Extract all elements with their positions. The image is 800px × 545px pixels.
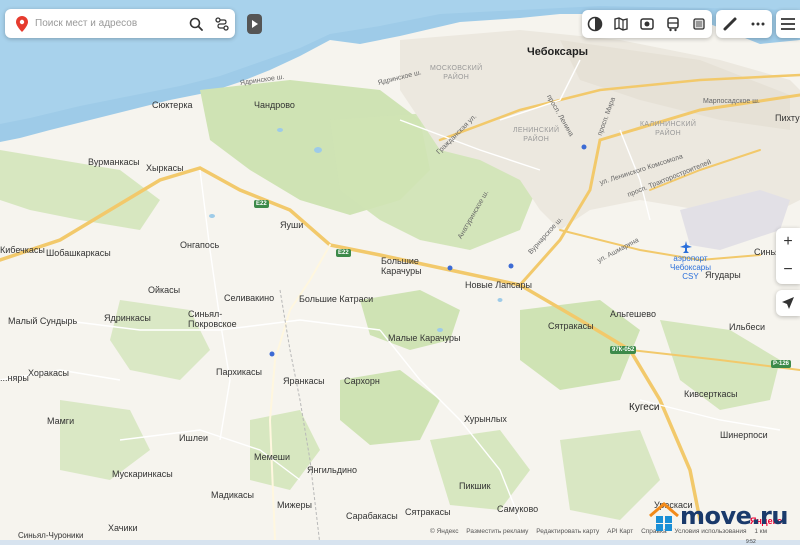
- map-pin-icon: [11, 15, 33, 32]
- taskbar: [0, 540, 800, 545]
- place-label[interactable]: ...няры: [0, 373, 29, 383]
- place-label[interactable]: Вурманкасы: [88, 157, 140, 167]
- menu-icon[interactable]: [776, 10, 800, 38]
- more-icon[interactable]: [744, 10, 772, 38]
- search-bar[interactable]: Поиск мест и адресов: [5, 9, 235, 38]
- place-label[interactable]: Кугеси: [629, 402, 659, 413]
- place-label[interactable]: Синьял-Чуроники: [18, 531, 84, 540]
- place-label[interactable]: Яуши: [280, 220, 303, 230]
- map-type-icon[interactable]: [686, 10, 712, 38]
- place-label[interactable]: Хачики: [108, 523, 138, 533]
- zoom-out-button[interactable]: −: [776, 256, 800, 284]
- place-label[interactable]: Самуково: [497, 504, 538, 514]
- tools-toolbar: [716, 10, 772, 38]
- place-label[interactable]: Большие Катраси: [299, 294, 373, 304]
- place-label[interactable]: Хыркасы: [146, 163, 184, 173]
- search-icon[interactable]: [183, 17, 209, 31]
- place-label[interactable]: Кибечкасы: [0, 245, 45, 255]
- airport-label[interactable]: аэропорт Чебоксары CSY: [670, 254, 711, 281]
- menu-button[interactable]: [776, 10, 800, 38]
- city-label[interactable]: Чебоксары: [527, 46, 588, 58]
- house-icon: [649, 502, 679, 531]
- place-label[interactable]: Сарабакасы: [346, 511, 398, 521]
- layers-icon[interactable]: [582, 10, 608, 38]
- street-label: Марпосадское ш.: [703, 98, 760, 105]
- road-shield: Р-126: [771, 360, 792, 368]
- place-label[interactable]: Большие Карачуры: [381, 256, 422, 276]
- watermark-text: move.ru: [680, 502, 788, 530]
- place-label[interactable]: Ишлеи: [179, 433, 208, 443]
- place-label[interactable]: Хурынлых: [464, 414, 507, 424]
- route-icon[interactable]: [209, 16, 235, 31]
- place-label[interactable]: Синьял- Покровское: [188, 309, 237, 329]
- place-label[interactable]: Ойкасы: [148, 285, 180, 295]
- place-label[interactable]: Сархорн: [344, 376, 380, 386]
- place-label[interactable]: Мускаринкасы: [112, 469, 173, 479]
- place-label[interactable]: Шобашкаркасы: [46, 248, 111, 258]
- footer-link[interactable]: API Карт: [607, 528, 633, 535]
- place-label[interactable]: Мадикасы: [211, 490, 254, 500]
- place-label[interactable]: Кивсерткасы: [684, 389, 738, 399]
- place-label[interactable]: Мамги: [47, 416, 74, 426]
- place-label[interactable]: Сятракасы: [548, 321, 594, 331]
- search-input[interactable]: Поиск мест и адресов: [35, 18, 183, 29]
- airport-icon[interactable]: [680, 240, 692, 253]
- place-label[interactable]: Селивакино: [224, 293, 274, 303]
- place-label[interactable]: Яранкасы: [283, 376, 325, 386]
- place-label[interactable]: Альгешево: [610, 309, 656, 319]
- zoom-control: + −: [776, 228, 800, 284]
- place-label[interactable]: Сятракасы: [405, 507, 451, 517]
- place-label[interactable]: Чандрово: [254, 100, 295, 110]
- locate-button[interactable]: [776, 290, 800, 316]
- place-label[interactable]: Ильбеси: [729, 322, 765, 332]
- road-shield: E22: [254, 200, 269, 208]
- place-label[interactable]: Пархикасы: [216, 367, 262, 377]
- district-label: ЛЕНИНСКИЙ РАЙОН: [513, 127, 560, 143]
- copyright: © Яндекс: [430, 528, 459, 535]
- place-label[interactable]: Мижеры: [277, 500, 312, 510]
- place-label[interactable]: Янгильдино: [307, 465, 357, 475]
- traffic-icon[interactable]: [634, 10, 660, 38]
- road-shield: 97К-052: [610, 346, 637, 354]
- zoom-in-button[interactable]: +: [776, 228, 800, 256]
- place-label[interactable]: Пикшик: [459, 481, 491, 491]
- footer-link[interactable]: Редактировать карту: [536, 528, 599, 535]
- layer-toolbar: [582, 10, 712, 38]
- place-label[interactable]: Шинерпоси: [720, 430, 768, 440]
- locate-icon: [782, 297, 794, 309]
- clock: 9:52: [746, 539, 756, 545]
- place-label[interactable]: Новые Лапсары: [465, 280, 532, 290]
- watermark-logo: move.ru: [648, 500, 788, 532]
- road-shield: E22: [336, 249, 351, 257]
- place-label[interactable]: Онгапось: [180, 240, 219, 250]
- transport-icon[interactable]: [660, 10, 686, 38]
- place-label[interactable]: Хоракасы: [28, 368, 69, 378]
- district-label: КАЛИНИНСКИЙ РАЙОН: [640, 121, 697, 137]
- place-label[interactable]: Мемеши: [254, 452, 290, 462]
- place-label[interactable]: Пихту: [775, 113, 800, 123]
- place-label[interactable]: Сюктерка: [152, 100, 192, 110]
- panorama-icon[interactable]: [608, 10, 634, 38]
- footer-link[interactable]: Разместить рекламу: [466, 528, 528, 535]
- place-label[interactable]: Ядринкасы: [104, 313, 151, 323]
- district-label: МОСКОВСКИЙ РАЙОН: [430, 65, 483, 81]
- ruler-icon[interactable]: [716, 10, 744, 38]
- place-label[interactable]: Малый Сундырь: [8, 316, 77, 326]
- place-label[interactable]: Малые Карачуры: [388, 333, 460, 343]
- collapse-panel-icon[interactable]: [247, 14, 262, 34]
